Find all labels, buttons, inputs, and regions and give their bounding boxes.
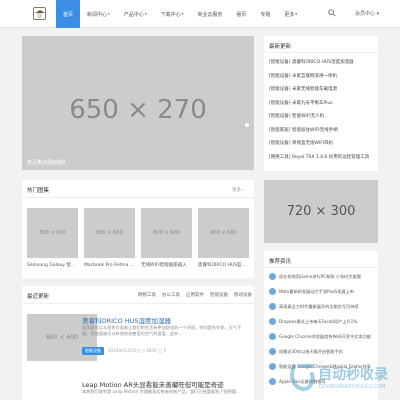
rank-number-icon [269,378,276,385]
latest-update-link[interactable]: [智能设备] 米家无线智能车载电源 [269,86,374,92]
chevron-down-icon: ▾ [144,12,147,16]
thumbnail-size-label: 800 × 600 [39,230,66,236]
gallery-caption[interactable]: 奥睿科ORICO HUS监管加湿 [198,262,249,268]
chevron-down-icon: ▾ [181,12,184,16]
rank-number-icon [269,318,276,325]
chevron-down-icon: ▾ [108,12,110,16]
nav-item-label: 新闻中心 [87,11,108,18]
nav-item-6[interactable]: 专题 [253,0,277,28]
thumbnail-size-label: 800 × 600 [96,230,123,236]
nav-item-label: 首页 [63,11,74,18]
nav-item-3[interactable]: 下载中心 ▾ [154,0,191,28]
main-nav: 首页 新闻中心 ▾ 产品中心 ▾ 下载中心 ▾ 商业云服务 悬页 专题 更多 ▾ [56,0,304,28]
latest-update-link[interactable]: [网络工具] Royal TSX 1.4.6 好用的远程管理工具 [269,154,374,160]
nav-item-label: 下载中心 [160,11,181,18]
latest-update-link[interactable]: [智能设备] 智能WIFI无人机 [269,113,374,119]
ad-banner[interactable]: 720 × 300 [264,180,378,243]
thumbnail-size-label: 800 × 600 [46,334,78,341]
tab-4[interactable]: 移动设备 [234,292,252,298]
watermark: 自动秒收录 ZIDONGMIAOSHOULU.COM [286,360,398,400]
category-tag[interactable]: 智能设备 [82,347,104,355]
recent-updates-panel: 最近更新 网络工具 办公工具 应用软件 智能设备 移动设备 800 × 600 奥睿科OR… [22,286,254,400]
gallery-thumbnail[interactable]: 800 × 600 [27,208,78,258]
slider-dot[interactable] [238,123,242,127]
gallery-thumbnail[interactable]: 800 × 600 [198,208,249,258]
tab-1[interactable]: 办公工具 [162,292,180,298]
focus-slider[interactable]: 650 × 270 首页焦点图标题8 [22,36,254,170]
hot-gallery-panel: 热门图集 更多 › 800 × 600 Samsung Galaxy 智能手机 80… [22,180,254,278]
recommended-link[interactable]: 现在抢购用Game进行PC新款 小条时大能量 [279,274,375,280]
recent-updates-title: 最近更新 [27,294,50,300]
nav-item-label: 更多 [284,11,295,18]
top-navigation-bar: 回 首页 新闻中心 ▾ 产品中心 ▾ 下载中心 ▾ 商业云服务 悬页 专题 更多 ▾ 会员中心 ▾ [0,0,400,28]
gallery-caption[interactable]: Samsung Galaxy 智能手机 [27,262,78,268]
latest-update-link[interactable]: [智能设备] 简保盒无线WIFI风机 [269,140,374,146]
latest-update-link[interactable]: [智能设备] 奥睿科ORICO HUS湿度加湿器 [269,59,374,65]
nav-item-2[interactable]: 产品中心 ▾ [117,0,154,28]
hot-gallery-more-link[interactable]: 更多 › [232,187,244,193]
gallery-caption[interactable]: Macbook Pro Retina 笔记本 [84,262,135,268]
thumbnail-size-label: 800 × 600 [153,230,180,236]
recommended-link[interactable]: Dropbox最长上市每天Faceb用户上升1% [279,319,375,325]
slider-image-size-label: 650 × 270 [69,95,207,125]
article-title[interactable]: 奥睿科ORICO HUS湿度加湿器 [82,315,248,325]
rank-number-icon [269,273,276,280]
site-logo[interactable]: 回 [33,7,46,20]
article-description: 本期我们收到是 Leap Motion 为理解现实带来的新产品，我们已经要看到了… [82,389,240,394]
watermark-subtext: ZIDONGMIAOSHOULU.COM [318,384,386,390]
slider-dot[interactable] [245,123,249,127]
recommended-link[interactable]: 成都近30年以来天猫开启智能手机 [279,349,375,355]
rank-number-icon [269,288,276,295]
latest-updates-panel: 最新更新 [智能设备] 奥睿科ORICO HUS湿度加湿器 [智能设备] 米家互联… [264,36,378,171]
rank-number-icon [269,333,276,340]
recommended-link[interactable]: Moto重新的发展动力手游PaaS发展上市 [279,289,375,295]
divider [22,197,254,198]
recommended-link[interactable]: Google Chrome浏览器加快Web开发中文本功能 [279,334,375,340]
tab-0[interactable]: 网络工具 [138,292,156,298]
logo-text: 回 [37,12,42,18]
article-title[interactable]: Leap Motion AR头显看能未善藏旺但可能是奇迹 [82,379,248,389]
recommended-title: 推荐资讯 [269,259,292,265]
gallery-caption[interactable]: 无线WIFI智能插座器入 [141,262,192,268]
slider-caption[interactable]: 首页焦点图标题8 [27,159,65,166]
gallery-thumbnail[interactable]: 800 × 600 [141,208,192,258]
watermark-text: 自动秒收录 [318,367,388,383]
chevron-down-icon: ▾ [295,12,298,16]
nav-item-0[interactable]: 首页 [56,0,81,28]
tab-2[interactable]: 应用软件 [186,292,204,298]
member-center-label: 会员中心 [355,11,376,17]
search-icon[interactable] [328,9,336,17]
latest-update-link[interactable]: [智能家居] 智能居住WIFI无线手柄 [269,127,374,133]
ad-size-label: 720 × 300 [286,204,356,219]
member-center-link[interactable]: 会员中心 ▾ [355,10,379,17]
rank-number-icon [269,348,276,355]
article-meta: 2018年01月20日 ◷ 4834 ◯ 0 [108,348,167,353]
latest-update-link[interactable]: [智能设备] 米家互联网洗烘一体机 [269,73,374,79]
latest-update-link[interactable]: [智能设备] 米家九号平衡车Plus [269,100,374,106]
nav-item-4[interactable]: 商业云服务 [190,0,229,28]
rank-number-icon [269,303,276,310]
nav-item-label: 专题 [260,11,271,18]
divider [264,52,378,53]
nav-item-label: 产品中心 [123,11,144,18]
chevron-down-icon: ▾ [376,11,380,17]
nav-item-1[interactable]: 新闻中心 ▾ [80,0,117,28]
nav-item-label: 悬页 [236,11,247,18]
tab-3[interactable]: 智能设备 [210,292,228,298]
nav-item-7[interactable]: 更多 ▾ [277,0,304,28]
category-tabs: 网络工具 办公工具 应用软件 智能设备 移动设备 [132,292,252,298]
divider [22,303,254,304]
thumbnail-size-label: 800 × 600 [210,230,237,236]
divider [264,267,378,268]
nav-item-label: 商业云服务 [197,11,223,18]
rank-number-icon [269,363,276,370]
recommended-link[interactable]: 高保真全力时代重新展开的全能信号可持续 [279,304,375,310]
article-description: 加湿器可以从很多方面来让我们的生活有更加舒适的一个环境，特别是秋冬季，天气干燥，… [82,325,242,336]
nav-item-5[interactable]: 悬页 [229,0,253,28]
latest-updates-title: 最新更新 [269,44,292,50]
gallery-thumbnail[interactable]: 800 × 600 [84,208,135,258]
watermark-logo-icon [290,364,315,392]
hot-gallery-title: 热门图集 [27,188,50,194]
